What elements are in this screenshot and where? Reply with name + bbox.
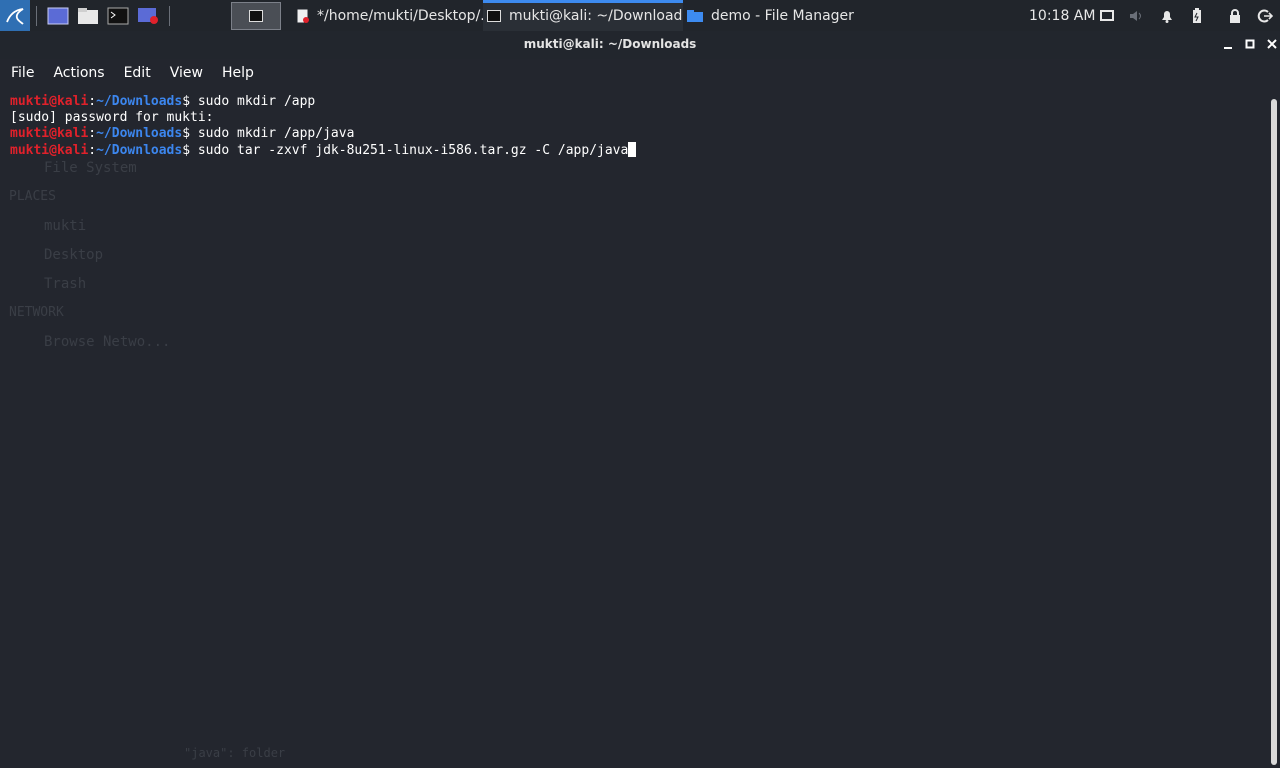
menu-view[interactable]: View — [170, 65, 203, 81]
ghost-status-text: "java": folder — [184, 746, 286, 760]
terminal-line: mukti@kali:~/Downloads$ sudo mkdir /app — [10, 94, 316, 109]
panel-clock[interactable]: 10:18 AM — [1029, 0, 1095, 31]
window-titlebar[interactable]: mukti@kali: ~/Downloads — [0, 31, 1280, 59]
kali-menu-icon[interactable] — [0, 0, 30, 31]
maximize-icon[interactable] — [1243, 37, 1257, 51]
volume-muted-icon[interactable] — [1127, 0, 1147, 31]
menu-bar: File Actions Edit View Help — [0, 59, 1280, 87]
terminal-launcher-icon[interactable] — [107, 6, 129, 26]
task-label: demo - File Manager — [711, 7, 854, 24]
notification-bell-icon[interactable] — [1157, 0, 1177, 31]
scrollbar-thumb[interactable] — [1271, 99, 1277, 765]
lock-screen-icon[interactable] — [1225, 0, 1245, 31]
terminal-cursor — [628, 142, 637, 157]
menu-file[interactable]: File — [11, 65, 34, 81]
ghost-mukti-label: mukti — [44, 218, 87, 234]
folder-icon — [687, 9, 703, 22]
task-text-editor[interactable]: */home/mukti/Desktop/... — [293, 0, 483, 31]
panel-separator — [169, 5, 170, 26]
ghost-desktop-label: Desktop — [44, 247, 104, 263]
workspace-switcher[interactable] — [231, 1, 281, 30]
task-terminal[interactable]: mukti@kali: ~/Downloads — [483, 0, 683, 31]
terminal-scrollbar[interactable] — [1268, 87, 1280, 768]
panel-separator — [36, 5, 37, 26]
terminal-output[interactable]: File System PLACES mukti Desktop Trash N… — [0, 87, 1268, 768]
ghost-network-heading: NETWORK — [9, 305, 64, 320]
ghost-filesystem-label: File System — [44, 160, 137, 176]
menu-actions[interactable]: Actions — [53, 65, 104, 81]
ghost-trash-label: Trash — [44, 276, 87, 292]
terminal-icon — [487, 9, 501, 22]
screen-recorder-launcher-icon[interactable] — [137, 6, 159, 26]
battery-icon[interactable] — [1187, 0, 1207, 31]
file-manager-launcher-icon[interactable] — [77, 6, 99, 26]
menu-edit[interactable]: Edit — [124, 65, 151, 81]
task-label: mukti@kali: ~/Downloads — [509, 7, 683, 24]
ghost-browse-network-label: Browse Netwo... — [44, 334, 171, 350]
terminal-line: [sudo] password for mukti: — [10, 110, 214, 125]
text-editor-icon — [297, 9, 309, 23]
task-label: */home/mukti/Desktop/... — [317, 7, 483, 24]
logout-icon[interactable] — [1255, 0, 1275, 31]
task-file-manager[interactable]: demo - File Manager — [683, 0, 863, 31]
show-desktop-icon[interactable] — [47, 6, 69, 26]
display-icon[interactable] — [1097, 0, 1117, 31]
menu-help[interactable]: Help — [222, 65, 254, 81]
top-panel: */home/mukti/Desktop/... mukti@kali: ~/D… — [0, 0, 1280, 31]
terminal-line: mukti@kali:~/Downloads$ sudo mkdir /app/… — [10, 126, 355, 141]
minimize-icon[interactable] — [1221, 37, 1235, 51]
close-icon[interactable] — [1265, 37, 1279, 51]
window-title: mukti@kali: ~/Downloads — [523, 37, 697, 51]
ghost-places-heading: PLACES — [9, 189, 56, 204]
terminal-line: mukti@kali:~/Downloads$ sudo tar -zxvf j… — [10, 142, 637, 158]
